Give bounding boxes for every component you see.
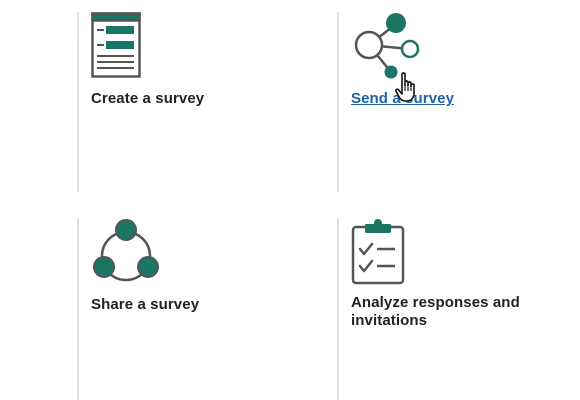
send-survey-card[interactable]: Send a survey xyxy=(337,12,577,192)
share-circle-icon xyxy=(93,219,159,282)
analyze-responses-label[interactable]: Analyze responses and invitations xyxy=(351,294,551,330)
share-survey-card[interactable]: Share a survey xyxy=(77,218,327,400)
create-survey-card[interactable]: Create a survey xyxy=(77,12,327,192)
share-survey-label[interactable]: Share a survey xyxy=(91,296,199,314)
create-survey-label[interactable]: Create a survey xyxy=(91,90,204,108)
survey-form-icon xyxy=(91,12,141,78)
clipboard-checklist-icon xyxy=(351,219,405,285)
analyze-responses-card[interactable]: Analyze responses and invitations xyxy=(337,218,577,400)
hand-cursor-icon xyxy=(395,72,415,102)
